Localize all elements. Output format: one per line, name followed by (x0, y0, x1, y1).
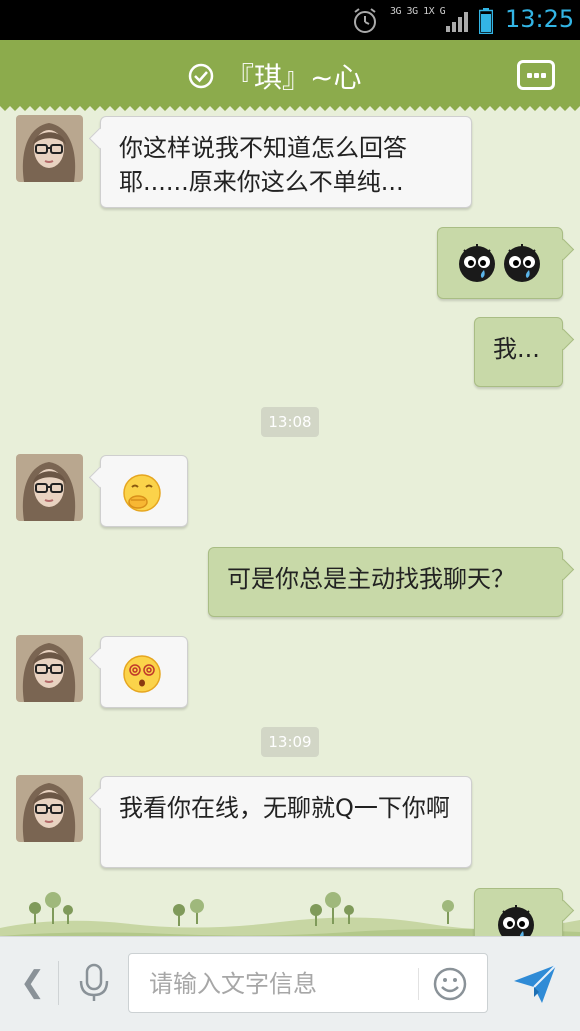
message-input[interactable] (149, 968, 419, 1000)
message-bubble-left[interactable] (100, 455, 188, 527)
header-zigzag-edge (0, 104, 580, 111)
crying-black-ball-emoji (498, 905, 534, 936)
message-bubble-left[interactable] (100, 636, 188, 708)
alarm-icon (354, 8, 376, 33)
chat-title: 『琪』~心 (226, 61, 362, 94)
network-type-label: 3G 3G 1X G (390, 6, 446, 17)
status-bar: 3G 3G 1X G 13:25 (0, 0, 580, 40)
message-input-bar: ❮ (0, 936, 580, 1031)
message-bubble-right[interactable] (437, 227, 563, 299)
divider (418, 968, 419, 1000)
message-text: 我... (493, 335, 540, 363)
signal-icon (446, 12, 468, 32)
contact-avatar[interactable] (16, 115, 83, 182)
message-bubble-left[interactable]: 我看你在线，无聊就Q一下你啊 (100, 776, 472, 868)
message-bubble-left[interactable]: 你这样说我不知道怎么回答耶......原来你这么不单纯... (100, 116, 472, 208)
timestamp-label: 13:09 (261, 727, 319, 757)
laughing-covering-mouth-emoji (123, 474, 161, 512)
message-text: 你这样说我不知道怎么回答耶......原来你这么不单纯... (119, 134, 407, 196)
message-bubble-right[interactable]: 可是你总是主动找我聊天？ (208, 547, 563, 617)
dizzy-face-emoji (123, 655, 161, 693)
message-text-field[interactable] (128, 953, 488, 1013)
contact-avatar[interactable] (16, 454, 83, 521)
microphone-icon[interactable] (76, 963, 112, 1003)
battery-icon (479, 8, 493, 34)
contact-avatar[interactable] (16, 635, 83, 702)
chat-header: 『琪』~心 (0, 40, 580, 106)
send-icon[interactable] (512, 961, 558, 1007)
message-bubble-right[interactable] (474, 888, 563, 936)
verified-check-icon (188, 63, 214, 89)
message-text: 我看你在线，无聊就Q一下你啊 (119, 794, 450, 822)
status-time: 13:25 (505, 5, 575, 33)
message-text: 可是你总是主动找我聊天？ (227, 565, 515, 593)
contact-avatar[interactable] (16, 775, 83, 842)
smiley-icon[interactable] (432, 966, 468, 1002)
chat-message-list[interactable]: 你这样说我不知道怎么回答耶......原来你这么不单纯... 我... 13:0… (0, 106, 580, 936)
more-menu-icon[interactable] (517, 60, 555, 90)
crying-black-ball-emoji (459, 244, 495, 282)
timestamp-label: 13:08 (261, 407, 319, 437)
message-bubble-right[interactable]: 我... (474, 317, 563, 387)
crying-black-ball-emoji (504, 244, 540, 282)
back-chevron-icon[interactable]: ❮ (20, 965, 45, 1000)
divider (58, 961, 59, 1005)
